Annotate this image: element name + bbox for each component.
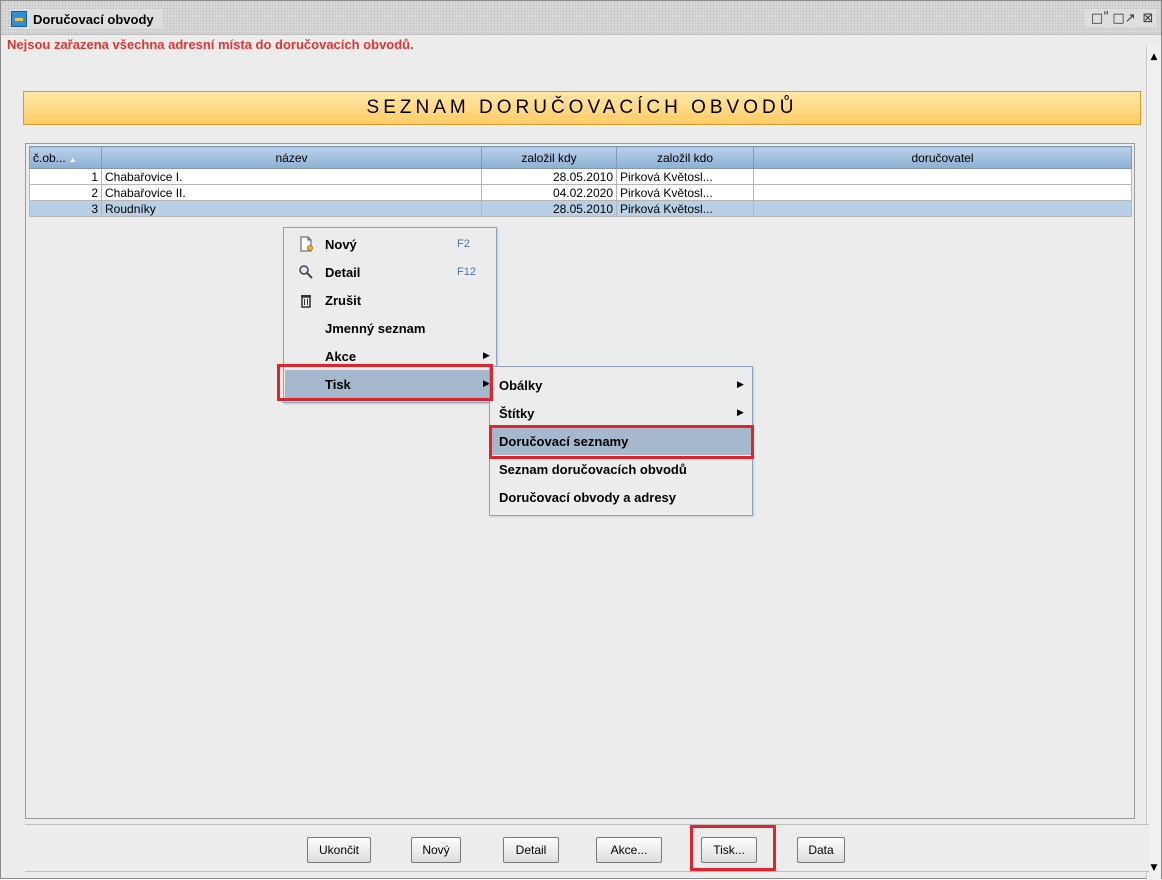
menu-item-novy[interactable]: Nový F2	[285, 230, 495, 258]
column-header-cislo[interactable]: č.ob... ▲	[29, 146, 102, 169]
submenu-arrow-icon: ▶	[737, 380, 744, 390]
title-bar[interactable]: Doručovací obvody □ʺ □↗ ⊠	[1, 1, 1161, 35]
table-row[interactable]: 1 Chabařovice I. 28.05.2010 Pirková Květ…	[29, 168, 1132, 185]
column-header-zalozil-kdy[interactable]: založil kdy	[481, 146, 617, 169]
cell-zalozil-kdy: 28.05.2010	[481, 200, 617, 217]
new-document-icon	[297, 235, 315, 253]
cell-nazev: Chabařovice II.	[101, 184, 482, 201]
cell-nazev: Roudníky	[101, 200, 482, 217]
detail-button[interactable]: Detail	[503, 837, 559, 863]
cell-cislo: 3	[29, 200, 102, 217]
submenu-item-obalky[interactable]: Obálky ▶	[491, 371, 751, 399]
scroll-down-icon[interactable]: ▼	[1147, 860, 1161, 876]
cell-cislo: 2	[29, 184, 102, 201]
tisk-button[interactable]: Tisk...	[701, 837, 757, 863]
districts-table: č.ob... ▲ název založil kdy založil kdo d…	[29, 146, 1132, 217]
application-window: Doručovací obvody □ʺ □↗ ⊠ Nejsou zařazen…	[0, 0, 1162, 880]
trash-icon	[297, 291, 315, 309]
table-row-selected[interactable]: 3 Roudníky 28.05.2010 Pirková Květosl...	[29, 200, 1132, 217]
akce-button[interactable]: Akce...	[596, 837, 662, 863]
table-row[interactable]: 2 Chabařovice II. 04.02.2020 Pirková Kvě…	[29, 184, 1132, 201]
cell-zalozil-kdo: Pirková Květosl...	[616, 200, 754, 217]
cell-dorucovatel	[753, 168, 1132, 185]
submenu-item-dorucovaci-seznamy[interactable]: Doručovací seznamy	[491, 427, 751, 455]
cell-cislo: 1	[29, 168, 102, 185]
close-icon[interactable]: ⊠	[1139, 9, 1157, 27]
ukoncit-button[interactable]: Ukončit	[307, 837, 371, 863]
window-title: Doručovací obvody	[33, 11, 154, 27]
vertical-scrollbar[interactable]: ▲ ▼	[1146, 45, 1161, 880]
maximize-icon[interactable]: □↗	[1112, 9, 1135, 27]
print-submenu: Obálky ▶ Štítky ▶ Doručovací seznamy Sez…	[489, 366, 753, 516]
submenu-arrow-icon: ▶	[483, 351, 490, 361]
menu-item-akce[interactable]: Akce ▶	[285, 342, 495, 370]
cell-dorucovatel	[753, 200, 1132, 217]
menu-item-zrusit[interactable]: Zrušit	[285, 286, 495, 314]
window-controls: □ʺ □↗ ⊠	[1085, 9, 1157, 27]
column-header-dorucovatel[interactable]: doručovatel	[753, 146, 1132, 169]
data-button[interactable]: Data	[797, 837, 845, 863]
window-title-area: Doručovací obvody	[11, 9, 162, 29]
menu-item-detail[interactable]: Detail F12	[285, 258, 495, 286]
scroll-up-icon[interactable]: ▲	[1147, 49, 1161, 65]
submenu-item-stitky[interactable]: Štítky ▶	[491, 399, 751, 427]
context-menu: Nový F2 Detail F12 Zrušit Jmenný seznam …	[283, 227, 497, 403]
minimize-icon[interactable]: □ʺ	[1091, 9, 1109, 27]
menu-item-tisk[interactable]: Tisk ▶	[285, 370, 495, 398]
cell-zalozil-kdy: 28.05.2010	[481, 168, 617, 185]
submenu-item-dorucovaci-obvody-a-adresy[interactable]: Doručovací obvody a adresy	[491, 483, 751, 511]
app-icon	[11, 11, 27, 27]
page-title: SEZNAM DORUČOVACÍCH OBVODŮ	[23, 91, 1141, 125]
cell-zalozil-kdy: 04.02.2020	[481, 184, 617, 201]
column-header-nazev[interactable]: název	[101, 146, 482, 169]
warning-message: Nejsou zařazena všechna adresní místa do…	[7, 37, 414, 52]
magnifier-icon	[297, 263, 315, 281]
submenu-arrow-icon: ▶	[737, 408, 744, 418]
table-header-row: č.ob... ▲ název založil kdy založil kdo d…	[29, 146, 1132, 169]
novy-button[interactable]: Nový	[411, 837, 461, 863]
sort-ascending-icon: ▲	[68, 154, 77, 164]
cell-dorucovatel	[753, 184, 1132, 201]
submenu-item-seznam-dorucovacich-obvodu[interactable]: Seznam doručovacích obvodů	[491, 455, 751, 483]
button-bar: Ukončit Nový Detail Akce... Tisk... Data	[25, 824, 1149, 872]
cell-zalozil-kdo: Pirková Květosl...	[616, 168, 754, 185]
menu-item-jmenny-seznam[interactable]: Jmenný seznam	[285, 314, 495, 342]
cell-nazev: Chabařovice I.	[101, 168, 482, 185]
cell-zalozil-kdo: Pirková Květosl...	[616, 184, 754, 201]
column-header-zalozil-kdo[interactable]: založil kdo	[616, 146, 754, 169]
